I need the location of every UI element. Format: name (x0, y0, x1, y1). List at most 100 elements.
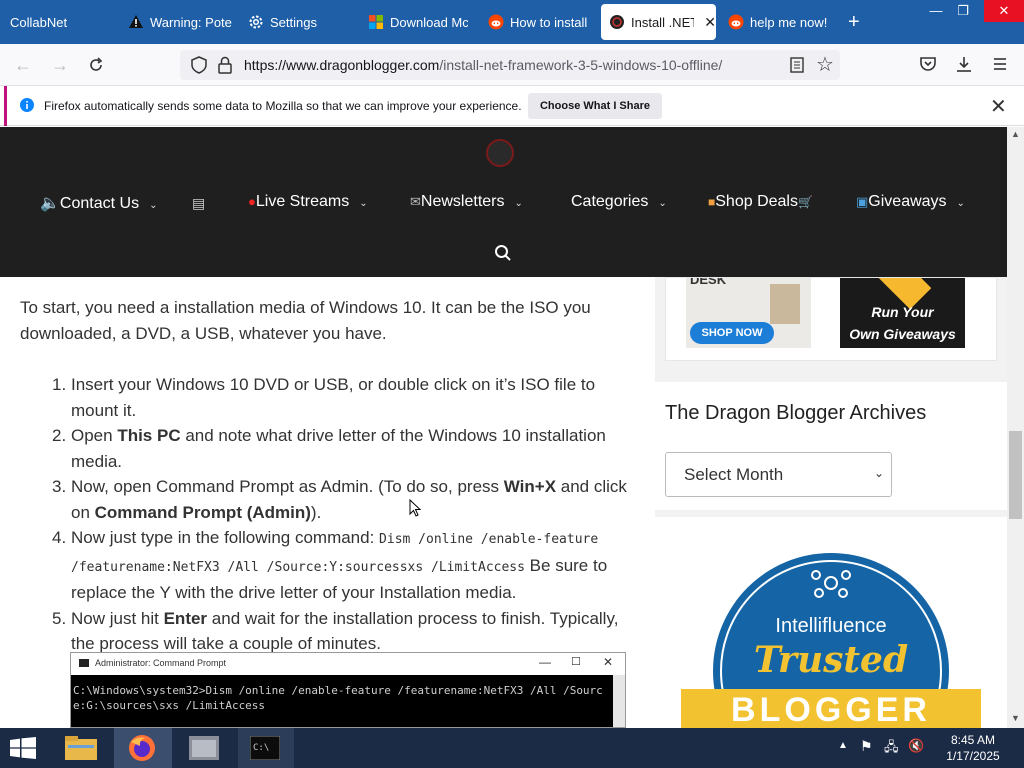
windows-start-icon[interactable] (10, 737, 36, 759)
mouse-cursor-icon (409, 499, 421, 517)
badge-widget: Intellifluence Trusted BLOGGER (655, 517, 1007, 728)
lock-icon[interactable] (218, 56, 232, 74)
choose-what-i-share-button[interactable]: Choose What I Share (528, 93, 662, 119)
archives-widget: The Dragon Blogger Archives Select Month… (655, 382, 1007, 510)
nav-live-streams[interactable]: ●Live Streams ⌄ (248, 193, 368, 211)
back-button[interactable]: ← (10, 52, 36, 78)
tab-label: Download Mc (390, 14, 468, 30)
taskbar-app[interactable] (178, 728, 230, 768)
flag-icon[interactable]: ⚑ (860, 738, 873, 755)
step-item: 1. Insert your Windows 10 DVD or USB, or … (40, 372, 630, 423)
steps-list: 1. Insert your Windows 10 DVD or USB, or … (40, 372, 630, 657)
url-text: https://www.dragonblogger.com/install-ne… (244, 57, 722, 73)
article-body: To start, you need a installation media … (0, 277, 645, 728)
url-domain: https://www.dragonblogger.com (244, 57, 440, 73)
nav-label: Shop Deals (715, 193, 798, 210)
tab-how-to-install[interactable]: How to install (488, 4, 588, 40)
tab-label: Install .NET (631, 14, 695, 30)
cmd-output: C:\Windows\system32>Dism /online /enable… (71, 675, 613, 727)
nav-contact-us[interactable]: 🔈Contact Us ⌄ (40, 193, 157, 213)
hamburger-menu-icon[interactable] (992, 56, 1008, 72)
tab-warning[interactable]: Warning: Pote (128, 4, 234, 40)
giveaways-ad[interactable]: Run Your Own Giveaways (840, 278, 965, 348)
bookmark-star-icon[interactable]: ☆ (816, 52, 834, 77)
close-icon[interactable]: ✕ (990, 94, 1007, 119)
search-icon[interactable] (494, 244, 512, 262)
pocket-icon[interactable] (919, 55, 937, 73)
month-select[interactable]: Select Month ⌄ (665, 452, 892, 497)
taskbar-file-explorer[interactable] (56, 728, 106, 768)
gear-icon (249, 15, 263, 29)
tab-install-net[interactable]: Install .NET ✕ (601, 4, 716, 40)
scroll-up-icon[interactable]: ▲ (1011, 129, 1020, 139)
nav-card-icon-item[interactable]: ▤ (192, 195, 205, 212)
tab-help-me-now[interactable]: help me now! (728, 4, 828, 40)
network-icon[interactable]: 🖧 (884, 738, 899, 760)
card-icon: ▤ (192, 195, 206, 211)
shop-now-button[interactable]: SHOP NOW (690, 322, 774, 344)
badge-top-text: Intellifluence (775, 615, 887, 637)
tab-label: help me now! (750, 14, 828, 30)
volume-muted-icon[interactable]: 🔇 (908, 738, 924, 754)
site-logo[interactable] (486, 139, 514, 167)
nav-shop-deals[interactable]: ■Shop Deals🛒 (708, 193, 813, 211)
cmd-line: C:\Windows\system32>Dism /online /enable… (73, 684, 603, 697)
minimize-button[interactable]: — (921, 0, 951, 22)
tab-download[interactable]: Download Mc (368, 4, 468, 40)
gift-icon: ▣ (856, 194, 869, 209)
notification-accent (4, 86, 7, 126)
close-icon[interactable]: ✕ (704, 14, 716, 31)
maximize-button[interactable]: ❐ (948, 0, 978, 22)
taskbar-firefox[interactable] (114, 728, 172, 768)
download-icon[interactable] (955, 55, 973, 73)
scroll-down-icon[interactable]: ▼ (1011, 713, 1020, 723)
shield-icon[interactable] (190, 56, 208, 74)
step-number: 2. (52, 426, 67, 445)
vertical-scrollbar[interactable]: ▲ ▼ (1007, 127, 1024, 728)
step-number: 5. (52, 608, 67, 628)
command-prompt-screenshot: Administrator: Command Prompt — ☐ ✕ C:\W… (70, 652, 626, 728)
cart-icon: 🛒 (797, 195, 813, 209)
reload-button[interactable] (83, 52, 109, 78)
ads-widget: DESK SHOP NOW Run Your Own Giveaways (665, 277, 997, 361)
step-item: 4. Now just type in the following command… (40, 525, 630, 606)
tray-overflow-icon[interactable]: ▲ (838, 740, 848, 751)
close-icon: ✕ (603, 655, 614, 669)
reader-view-icon[interactable] (790, 57, 804, 73)
cmd-line: e:G:\sources\sxs /LimitAccess (73, 699, 266, 712)
scrollbar-thumb[interactable] (1009, 431, 1022, 519)
step-number: 4. (52, 528, 67, 547)
cmd-icon (79, 659, 89, 667)
info-icon (20, 98, 34, 112)
app-window-icon (189, 736, 219, 760)
window-close-button[interactable]: ✕ (984, 0, 1024, 22)
nav-giveaways[interactable]: ▣Giveaways ⌄ (856, 193, 965, 211)
folder-icon (65, 736, 97, 760)
clock-date: 1/17/2025 (946, 749, 1000, 763)
new-tab-button[interactable]: + (848, 4, 868, 40)
tab-label: How to install (510, 14, 588, 30)
nav-categories[interactable]: Categories ⌄ (571, 193, 667, 211)
select-value: Select Month (684, 465, 784, 484)
chevron-down-icon: ⌄ (359, 198, 368, 209)
tab-settings[interactable]: Settings (248, 4, 358, 40)
plus-icon: + (848, 10, 860, 33)
nav-label: Contact Us (59, 195, 140, 212)
tab-collabnet[interactable]: CollabNet (10, 4, 120, 40)
system-clock[interactable]: 8:45 AM 1/17/2025 (930, 732, 1016, 764)
forward-button[interactable]: → (47, 52, 73, 78)
address-bar[interactable]: https://www.dragonblogger.com/install-ne… (180, 50, 840, 80)
bold-text: Win+X (503, 477, 557, 496)
nav-newsletters[interactable]: ✉Newsletters ⌄ (410, 193, 523, 211)
reload-icon (90, 57, 103, 71)
firefox-icon (129, 735, 155, 761)
cmd-titlebar: Administrator: Command Prompt — ☐ ✕ (71, 653, 625, 675)
taskbar-command-prompt[interactable]: C:\ (238, 728, 294, 768)
desk-image (770, 284, 800, 324)
step-item: 3. Now, open Command Prompt as Admin. (To… (40, 474, 630, 525)
step-text: Now, open Command Prompt as Admin. (To d… (71, 477, 504, 496)
desk-ad[interactable]: DESK SHOP NOW (686, 278, 811, 348)
reddit-icon (728, 14, 744, 30)
site-navigation: 🔈Contact Us ⌄ ▤ ●Live Streams ⌄ ✉Newslette… (0, 127, 1007, 277)
taskbar: C:\ ▲ ⚑ 🖧 🔇 8:45 AM 1/17/2025 (0, 728, 1024, 768)
